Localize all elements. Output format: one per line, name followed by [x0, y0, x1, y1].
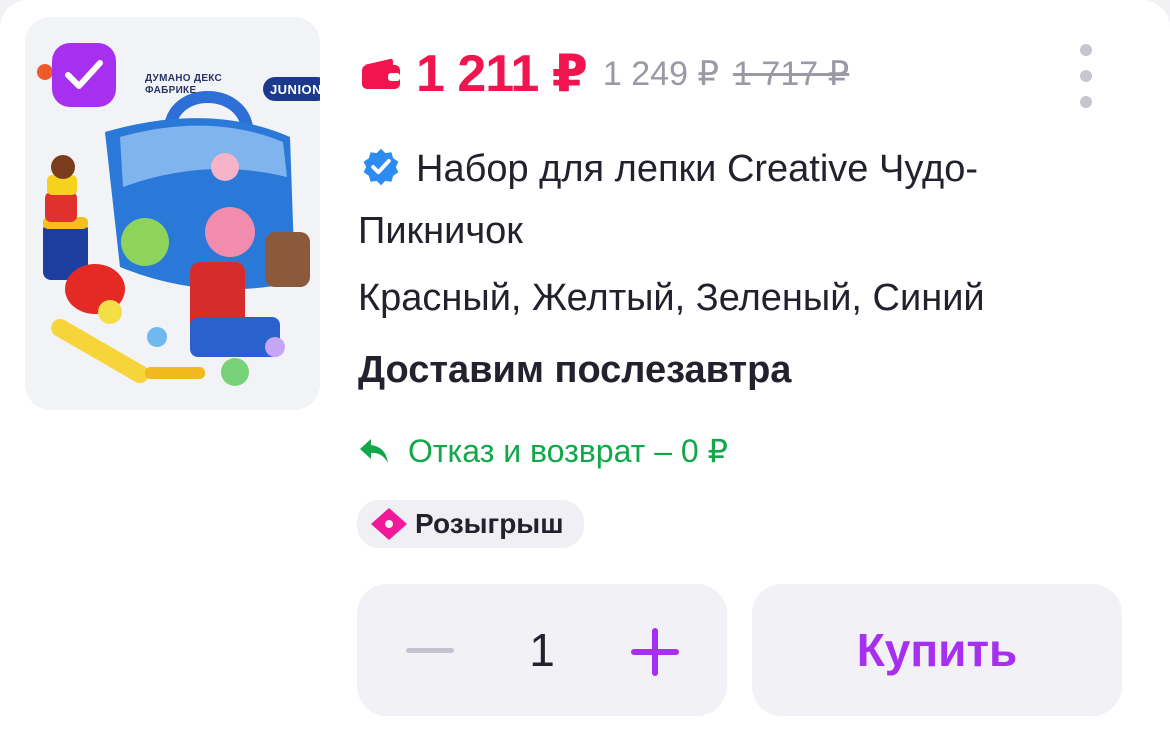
return-policy-text: Отказ и возврат – 0 ₽: [408, 433, 728, 469]
more-vertical-icon: [1080, 44, 1092, 56]
more-dot: [1080, 96, 1092, 108]
wallet-icon: [362, 58, 400, 89]
promo-badge-label: Розыгрыш: [415, 508, 564, 539]
price-old: 1 717 ₽: [733, 55, 850, 93]
return-policy[interactable]: Отказ и возврат – 0 ₽: [358, 425, 728, 477]
promo-badge[interactable]: Розыгрыш: [357, 500, 584, 548]
price-secondary: 1 249 ₽: [602, 55, 720, 93]
quantity-stepper: 1: [357, 584, 727, 716]
more-dot: [1080, 70, 1092, 82]
select-checkbox[interactable]: [52, 43, 116, 107]
product-colors: Красный, Желтый, Зеленый, Синий: [358, 277, 985, 319]
product-card: ДУМАНО ДЕКС ФАБРИКЕ JUNION 1 211 ₽ 1 249…: [0, 0, 1170, 738]
product-title[interactable]: Набор для лепки Creative Чудо-Пикничок: [358, 138, 1118, 262]
checkmark-icon: [65, 60, 103, 89]
quantity-value: 1: [529, 624, 555, 676]
minus-icon: [406, 647, 454, 653]
return-arrow-icon: [360, 439, 388, 463]
delivery-info: Доставим послезавтра: [358, 349, 792, 391]
verified-check-icon: [363, 148, 399, 186]
product-title-text: Набор для лепки Creative Чудо-Пикничок: [358, 148, 979, 252]
decrease-quantity-button[interactable]: [405, 636, 455, 664]
price-row: 1 211 ₽ 1 249 ₽ 1 717 ₽: [360, 44, 849, 104]
more-options-button[interactable]: [1068, 40, 1104, 112]
brand-logo: JUNION: [263, 77, 320, 101]
buy-button[interactable]: Купить: [752, 584, 1122, 716]
price-current: 1 211 ₽: [416, 45, 588, 103]
brand-caption: ДУМАНО ДЕКС ФАБРИКЕ: [145, 73, 223, 96]
plus-icon[interactable]: [627, 624, 683, 680]
ticket-icon: [371, 508, 407, 540]
